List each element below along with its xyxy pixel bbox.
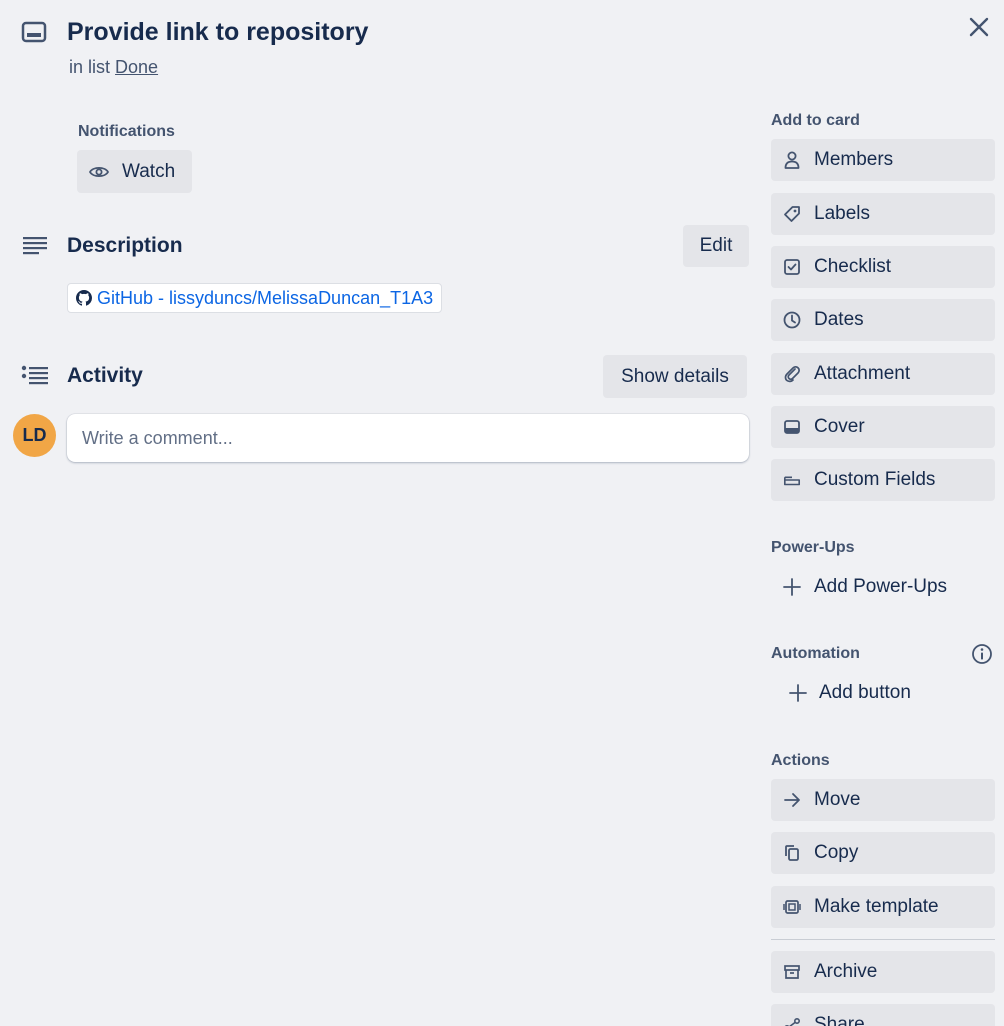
add-button-label: Add button	[819, 682, 911, 703]
watch-button[interactable]: Watch	[77, 150, 192, 193]
checkbox-icon	[783, 258, 801, 276]
info-icon[interactable]	[970, 642, 994, 666]
tag-icon	[783, 205, 801, 223]
plus-icon	[783, 578, 801, 596]
copy-button[interactable]: Copy	[771, 832, 995, 874]
move-label: Move	[814, 789, 861, 810]
github-link[interactable]: GitHub - lissyduncs/MelissaDuncan_T1A3	[67, 283, 443, 313]
activity-icon	[21, 365, 49, 387]
avatar[interactable]: LD	[13, 414, 56, 457]
make-template-button[interactable]: Make template	[771, 886, 995, 928]
description-title: Description	[67, 234, 183, 257]
person-icon	[783, 151, 801, 169]
activity-title: Activity	[67, 364, 143, 387]
automation-label: Automation	[771, 645, 860, 662]
template-icon	[783, 898, 801, 916]
custom-fields-icon	[783, 471, 801, 489]
watch-label: Watch	[122, 160, 176, 182]
description-icon	[22, 236, 48, 256]
add-power-ups-label: Add Power-Ups	[814, 576, 948, 597]
custom-fields-label: Custom Fields	[814, 469, 936, 490]
add-power-ups-button[interactable]: Add Power-Ups	[783, 576, 947, 598]
labels-label: Labels	[814, 203, 870, 224]
cover-button[interactable]: Cover	[771, 406, 995, 448]
checklist-label: Checklist	[814, 256, 892, 277]
make-template-label: Make template	[814, 896, 939, 917]
close-icon	[969, 17, 989, 37]
divider	[771, 939, 995, 940]
share-label: Share	[814, 1014, 865, 1026]
card-icon	[21, 21, 47, 43]
archive-icon	[783, 963, 801, 981]
cover-icon	[783, 418, 801, 436]
labels-button[interactable]: Labels	[771, 193, 995, 235]
archive-label: Archive	[814, 961, 878, 982]
close-button[interactable]	[960, 8, 998, 46]
eye-icon	[89, 165, 109, 179]
members-button[interactable]: Members	[771, 139, 995, 181]
in-list-prefix: in list	[69, 57, 111, 77]
edit-description-button[interactable]: Edit	[683, 225, 749, 267]
github-link-text: GitHub - lissyduncs/MelissaDuncan_T1A3	[97, 287, 434, 308]
copy-icon	[783, 844, 801, 862]
list-name-link[interactable]: Done	[115, 57, 158, 77]
move-button[interactable]: Move	[771, 779, 995, 821]
dates-label: Dates	[814, 309, 864, 330]
checklist-button[interactable]: Checklist	[771, 246, 995, 288]
paperclip-icon	[783, 365, 801, 383]
actions-label: Actions	[771, 752, 830, 769]
plus-icon	[789, 684, 807, 702]
dates-button[interactable]: Dates	[771, 299, 995, 341]
card-title[interactable]: Provide link to repository	[67, 18, 368, 47]
arrow-right-icon	[783, 791, 801, 809]
share-icon	[783, 1016, 801, 1026]
archive-button[interactable]: Archive	[771, 951, 995, 993]
attachment-button[interactable]: Attachment	[771, 353, 995, 395]
copy-label: Copy	[814, 842, 859, 863]
share-button[interactable]: Share	[771, 1004, 995, 1026]
members-label: Members	[814, 149, 894, 170]
github-icon	[76, 290, 92, 306]
add-automation-button[interactable]: Add button	[789, 682, 911, 704]
attachment-label: Attachment	[814, 363, 911, 384]
notifications-label: Notifications	[78, 123, 175, 140]
show-details-button[interactable]: Show details	[603, 355, 747, 398]
clock-icon	[783, 311, 801, 329]
custom-fields-button[interactable]: Custom Fields	[771, 459, 995, 501]
cover-label: Cover	[814, 416, 865, 437]
power-ups-label: Power-Ups	[771, 539, 855, 556]
list-info: in list Done	[69, 57, 158, 78]
comment-input[interactable]	[67, 414, 749, 462]
add-to-card-label: Add to card	[771, 112, 860, 129]
